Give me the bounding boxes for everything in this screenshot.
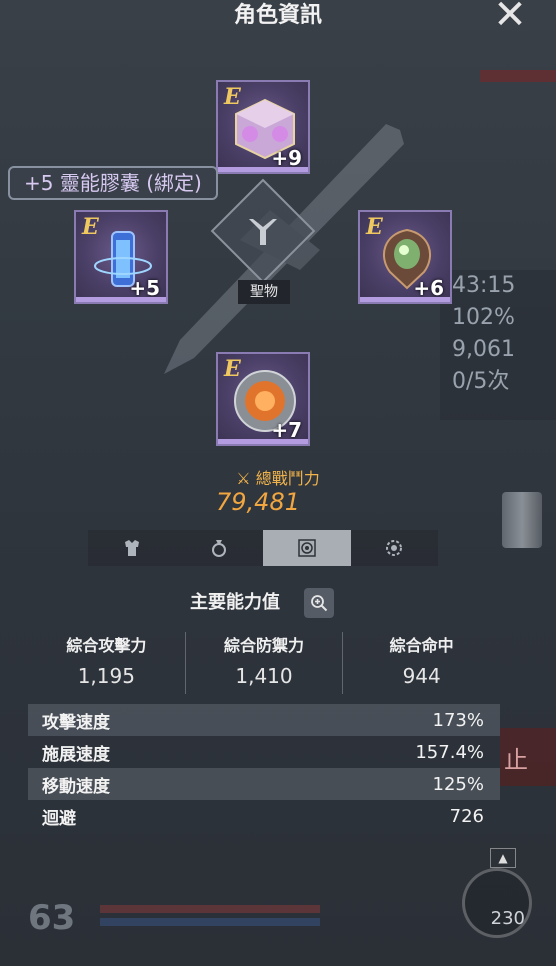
tab-relic[interactable] bbox=[263, 530, 351, 566]
background-panel-line: 9,061 bbox=[452, 337, 515, 362]
equip-slot-bottom[interactable]: E +7 bbox=[216, 352, 310, 446]
background-panel-line: 43:15 bbox=[452, 273, 516, 298]
stat-row: 施展速度 157.4% bbox=[28, 736, 500, 768]
stat-label: 移動速度 bbox=[42, 776, 110, 797]
slot-grade-bar bbox=[360, 297, 450, 302]
slot-grade-bar bbox=[218, 167, 308, 172]
page-title: 角色資訊 bbox=[233, 3, 322, 28]
relic-icon bbox=[298, 539, 316, 557]
combat-power-value: 79,481 bbox=[216, 488, 300, 516]
equip-slot-right[interactable]: E +6 bbox=[358, 210, 452, 304]
background-stop-button: 止 bbox=[500, 728, 556, 786]
grade-label: E bbox=[224, 84, 241, 110]
grade-label: E bbox=[82, 214, 99, 240]
stats-heading: 主要能力值 bbox=[190, 592, 280, 613]
magnifier-plus-icon bbox=[311, 595, 328, 612]
summary-value: 1,410 bbox=[235, 664, 293, 688]
background-level: 63 bbox=[28, 898, 76, 938]
gear-icon bbox=[386, 540, 403, 556]
summary-label: 綜合防禦力 bbox=[224, 636, 305, 655]
stat-row: 移動速度 125% bbox=[28, 768, 500, 800]
background-chevron-up-icon: ▲ bbox=[490, 848, 516, 868]
background-gauge-text: 230 bbox=[490, 908, 525, 929]
background-hp-bar bbox=[100, 905, 320, 913]
summary-accuracy: 綜合命中 944 bbox=[342, 632, 500, 694]
tab-gear[interactable] bbox=[351, 530, 439, 566]
stat-row: 迴避 726 bbox=[28, 800, 500, 832]
crossed-swords-icon: ⚔ bbox=[236, 469, 251, 488]
tab-accessory[interactable] bbox=[176, 530, 264, 566]
stat-label: 迴避 bbox=[42, 808, 76, 829]
summary-label: 綜合攻擊力 bbox=[66, 636, 147, 655]
summary-label: 綜合命中 bbox=[389, 636, 454, 655]
summary-attack: 綜合攻擊力 1,195 bbox=[28, 632, 185, 694]
stats-summary: 綜合攻擊力 1,195 綜合防禦力 1,410 綜合命中 944 bbox=[28, 632, 500, 694]
close-icon[interactable]: ✕ bbox=[492, 0, 528, 35]
background-mp-bar bbox=[100, 918, 320, 926]
grade-label: E bbox=[366, 214, 383, 240]
equip-slot-left[interactable]: E +5 bbox=[74, 210, 168, 304]
ring-icon bbox=[212, 540, 227, 557]
background-status-panel: 43:15 102% 9,061 0/5次 bbox=[440, 270, 556, 420]
combat-power-label: ⚔ 總戰鬥力 bbox=[0, 465, 556, 489]
combat-power-label-text: 總戰鬥力 bbox=[255, 469, 320, 488]
background-panel-line: 102% bbox=[452, 305, 515, 330]
background-panel-line: 0/5次 bbox=[452, 369, 510, 394]
stat-value: 125% bbox=[432, 773, 484, 795]
summary-defense: 綜合防禦力 1,410 bbox=[184, 632, 343, 694]
zoom-stats-button[interactable] bbox=[304, 588, 334, 618]
stat-label: 攻擊速度 bbox=[42, 712, 110, 733]
background-red-bar bbox=[480, 70, 556, 82]
slot-grade-bar bbox=[218, 439, 308, 444]
summary-value: 944 bbox=[402, 664, 441, 688]
armor-icon bbox=[124, 540, 139, 556]
equip-slot-top[interactable]: E +9 bbox=[216, 80, 310, 174]
stat-value: 173% bbox=[432, 709, 484, 731]
stat-row: 攻擊速度 173% bbox=[28, 704, 500, 736]
background-gauge: 230 bbox=[462, 868, 532, 938]
tab-armor[interactable] bbox=[88, 530, 176, 566]
summary-value: 1,195 bbox=[77, 664, 135, 688]
stat-value: 157.4% bbox=[415, 741, 484, 763]
stat-label: 施展速度 bbox=[42, 744, 110, 765]
equipment-tabs bbox=[88, 530, 438, 566]
grade-label: E bbox=[224, 356, 241, 382]
relic-label: 聖物 bbox=[238, 280, 290, 304]
item-tooltip: +5 靈能膠囊 (綁定) bbox=[8, 166, 218, 200]
stat-value: 726 bbox=[449, 805, 484, 827]
relic-emblem-icon bbox=[226, 194, 300, 268]
slot-grade-bar bbox=[76, 297, 166, 302]
